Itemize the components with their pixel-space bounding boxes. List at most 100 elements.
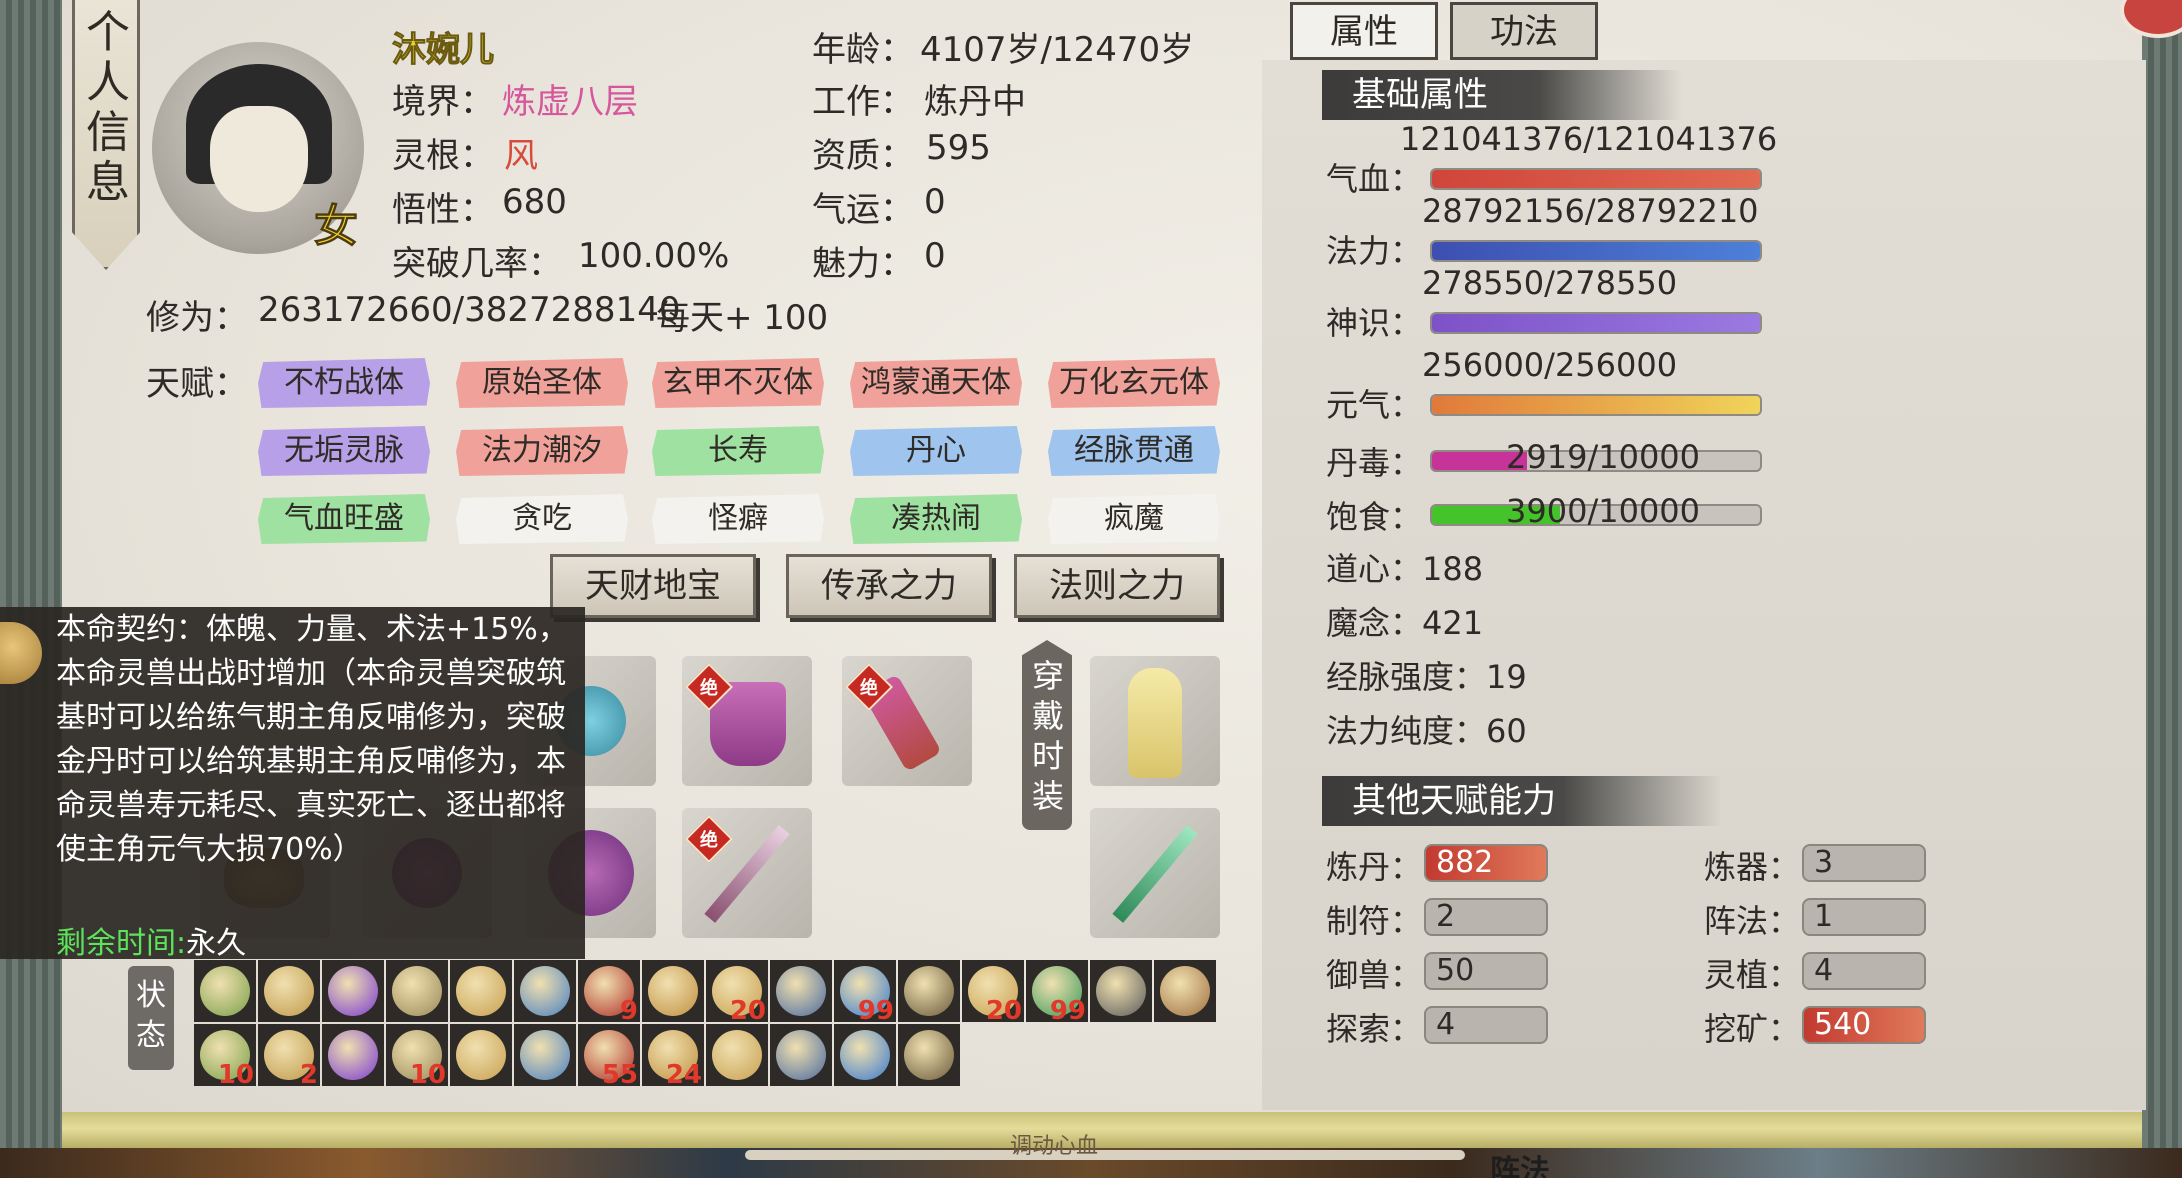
- realm-label: 境界：: [392, 82, 494, 122]
- status-slot[interactable]: [258, 960, 320, 1022]
- status-slot[interactable]: [514, 960, 576, 1022]
- status-slot[interactable]: [1154, 960, 1216, 1022]
- ability-value: 2: [1424, 898, 1548, 936]
- charm-label: 魅力：: [812, 244, 914, 284]
- status-slot[interactable]: [194, 960, 256, 1022]
- moon-card-icon: [520, 966, 570, 1016]
- talent-badge[interactable]: 气血旺盛: [258, 494, 430, 544]
- stat-bar: [1430, 168, 1762, 190]
- status-slot[interactable]: [386, 960, 448, 1022]
- status-slot[interactable]: [642, 960, 704, 1022]
- scroll-rail: [62, 1112, 2142, 1148]
- aptitude-label: 资质：: [812, 136, 914, 176]
- ability-label: 探索：: [1326, 1010, 1423, 1048]
- status-count: 20: [729, 996, 766, 1022]
- status-count: 10: [409, 1060, 446, 1086]
- talent-badge[interactable]: 凑热闹: [850, 494, 1022, 544]
- weapon-fashion-slot[interactable]: [1090, 808, 1220, 938]
- charm-value: 0: [924, 236, 946, 276]
- ability-value: 4: [1802, 952, 1926, 990]
- equip-slot-boots[interactable]: 绝: [682, 656, 812, 786]
- status-slot[interactable]: 20: [962, 960, 1024, 1022]
- status-slot[interactable]: [898, 960, 960, 1022]
- talent-badge[interactable]: 不朽战体: [258, 358, 430, 408]
- status-slot[interactable]: 9: [578, 960, 640, 1022]
- equip-slot-scroll[interactable]: 绝: [842, 656, 972, 786]
- stat-value: 278550/278550: [1422, 264, 1678, 302]
- talent-badge[interactable]: 玄甲不灭体: [652, 358, 824, 408]
- stat-row-label: 经脉强度：: [1326, 658, 1487, 696]
- footer-badge: 阵法: [1490, 1154, 1550, 1178]
- footer-label: 调动心血: [1010, 1134, 1099, 1159]
- status-slot[interactable]: [834, 1024, 896, 1086]
- status-slot[interactable]: 99: [1026, 960, 1088, 1022]
- status-slot[interactable]: 10: [194, 1024, 256, 1086]
- status-slot[interactable]: [898, 1024, 960, 1086]
- gauge-value: 3900/10000: [1506, 492, 1701, 530]
- talent-badge[interactable]: 贪吃: [456, 494, 628, 544]
- talent-badge[interactable]: 丹心: [850, 426, 1022, 476]
- status-slot[interactable]: 55: [578, 1024, 640, 1086]
- talent-badge[interactable]: 长寿: [652, 426, 824, 476]
- stat-bar-fill: [1432, 396, 1760, 414]
- ability-value: 882: [1424, 844, 1548, 882]
- status-slot[interactable]: [322, 960, 384, 1022]
- drag-handle[interactable]: [745, 1150, 1465, 1160]
- ability-value: 50: [1424, 952, 1548, 990]
- status-count: 24: [665, 1060, 702, 1086]
- fashion-slot[interactable]: [1090, 656, 1220, 786]
- stat-bar: [1430, 394, 1762, 416]
- status-slot[interactable]: 24: [642, 1024, 704, 1086]
- ability-label: 阵法：: [1704, 902, 1801, 940]
- left-border: [0, 0, 62, 1178]
- tooltip-text: 本命契约：体魄、力量、术法+15%，本命灵兽出战时增加（本命灵兽突破筑基时可以给…: [56, 612, 568, 867]
- status-slot[interactable]: [322, 1024, 384, 1086]
- age-label: 年龄：: [812, 30, 914, 70]
- job-value: 炼丹中: [924, 82, 1026, 122]
- ability-value: 1: [1802, 898, 1926, 936]
- equip-slot-sword[interactable]: 绝: [682, 808, 812, 938]
- tab-skills[interactable]: 功法: [1450, 2, 1598, 60]
- talent-badge[interactable]: 万化玄元体: [1048, 358, 1220, 408]
- comprehension-value: 680: [502, 182, 567, 222]
- flame-buff-icon: [1160, 966, 1210, 1016]
- stat-row: 法力纯度：60: [1326, 706, 1527, 752]
- frost-buff-icon: [712, 1030, 762, 1080]
- talent-badge[interactable]: 疯魔: [1048, 494, 1220, 544]
- talent-badge[interactable]: 鸿蒙通天体: [850, 358, 1022, 408]
- status-label: 状态: [128, 966, 174, 1070]
- law-button[interactable]: 法则之力: [1014, 554, 1220, 618]
- status-slot[interactable]: [514, 1024, 576, 1086]
- status-slot[interactable]: 99: [834, 960, 896, 1022]
- status-count: 9: [619, 996, 638, 1022]
- talent-badge[interactable]: 无垢灵脉: [258, 426, 430, 476]
- ability-label: 炼器：: [1704, 848, 1801, 886]
- talent-badge[interactable]: 原始圣体: [456, 358, 628, 408]
- ability-value: 540: [1802, 1006, 1926, 1044]
- status-slot[interactable]: [1090, 960, 1152, 1022]
- status-slot[interactable]: [770, 960, 832, 1022]
- stat-label: 法力：: [1326, 232, 1423, 270]
- inherit-button[interactable]: 传承之力: [786, 554, 992, 618]
- breakthrough-value: 100.00%: [578, 236, 730, 276]
- status-slot[interactable]: [770, 1024, 832, 1086]
- talent-badge[interactable]: 法力潮汐: [456, 426, 628, 476]
- tooltip-time: 剩余时间:永久: [56, 918, 246, 962]
- tab-attributes[interactable]: 属性: [1290, 2, 1438, 60]
- talent-badge[interactable]: 经脉贯通: [1048, 426, 1220, 476]
- status-slot[interactable]: [450, 1024, 512, 1086]
- coin-buff-icon: [520, 1030, 570, 1080]
- talent-badge[interactable]: 怪癖: [652, 494, 824, 544]
- daily-gain: 每天+ 100: [656, 298, 829, 338]
- ability-label: 炼丹：: [1326, 848, 1423, 886]
- status-slot[interactable]: [450, 960, 512, 1022]
- status-slot[interactable]: [706, 1024, 768, 1086]
- ability-value: 3: [1802, 844, 1926, 882]
- status-slot[interactable]: 2: [258, 1024, 320, 1086]
- talents-label: 天赋：: [146, 364, 248, 404]
- status-slot[interactable]: 10: [386, 1024, 448, 1086]
- ability-label: 御兽：: [1326, 956, 1423, 994]
- status-slot[interactable]: 20: [706, 960, 768, 1022]
- job-label: 工作：: [812, 82, 914, 122]
- sun-buff-icon: [648, 966, 698, 1016]
